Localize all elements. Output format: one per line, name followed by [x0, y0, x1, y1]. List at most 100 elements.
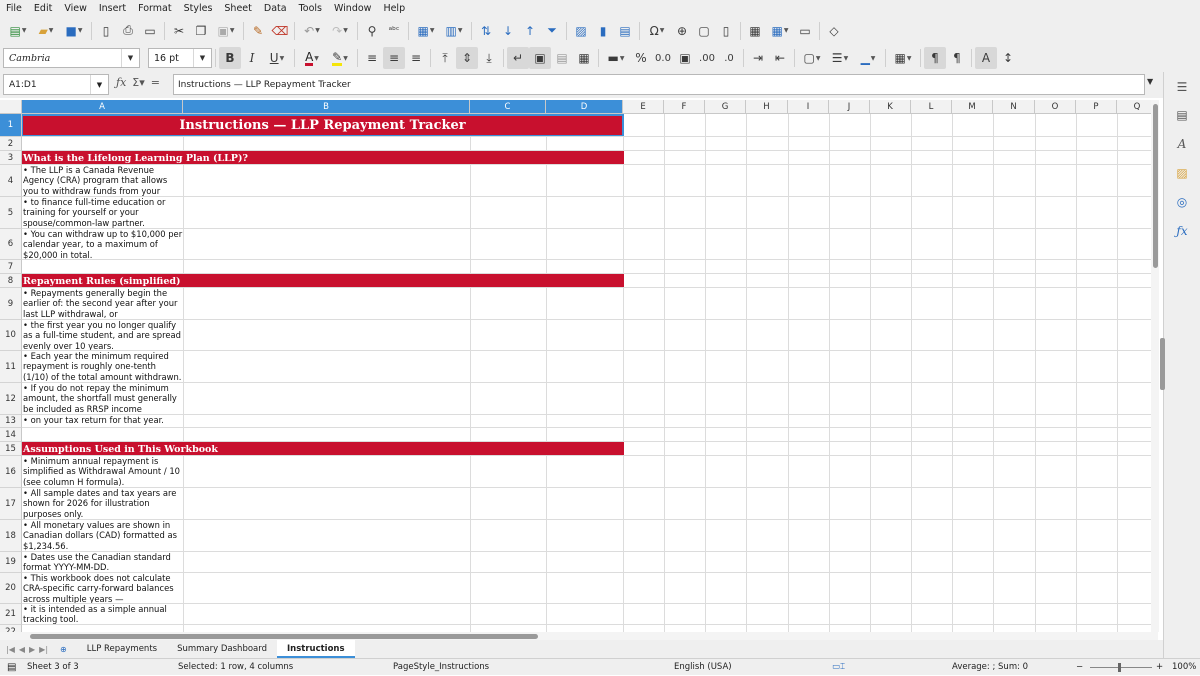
cell-a16[interactable]: • Minimum annual repayment is simplified…	[22, 456, 183, 487]
previous-sheet-icon[interactable]: ◀	[17, 645, 27, 654]
row-header-13[interactable]: 13	[0, 415, 22, 428]
add-decimal-button[interactable]: .00	[696, 47, 718, 69]
right-to-left-button[interactable]: ¶	[946, 47, 968, 69]
row-header-9[interactable]: 9	[0, 288, 22, 320]
cut-button[interactable]: ✂	[168, 20, 190, 42]
row-header-5[interactable]: 5	[0, 197, 22, 229]
conditional-format-button[interactable]: ▦ ▼	[889, 47, 917, 69]
row-header-3[interactable]: 3	[0, 151, 22, 165]
zoom-slider[interactable]	[1090, 667, 1152, 668]
function-wizard-icon[interactable]: ƒx	[116, 76, 126, 89]
column-header-e[interactable]: E	[623, 100, 664, 114]
row-header-22[interactable]: 22	[0, 625, 22, 632]
left-to-right-button[interactable]: ¶	[924, 47, 946, 69]
menu-tools[interactable]: Tools	[293, 0, 328, 17]
align-left-button[interactable]: ≡	[361, 47, 383, 69]
increase-indent-button[interactable]: ⇥	[747, 47, 769, 69]
row-header-16[interactable]: 16	[0, 456, 22, 488]
horizontal-scrollbar-thumb[interactable]	[30, 634, 538, 639]
align-bottom-button[interactable]: ⤓	[478, 47, 500, 69]
selection-mode-icon[interactable]: ▭⌶	[832, 659, 845, 676]
tab-summary-dashboard[interactable]: Summary Dashboard	[167, 640, 277, 658]
cell-a10[interactable]: • the first year you no longer qualify a…	[22, 320, 183, 351]
column-header-p[interactable]: P	[1076, 100, 1117, 114]
sort-button[interactable]: ⇅	[475, 20, 497, 42]
hamburger-menu-icon[interactable]: ☰	[1173, 78, 1191, 96]
row-header-17[interactable]: 17	[0, 488, 22, 520]
sort-ascending-button[interactable]: ↓	[497, 20, 519, 42]
row-header-8[interactable]: 8	[0, 274, 22, 288]
section-header-assumptions[interactable]: Assumptions Used in This Workbook	[22, 442, 624, 456]
row-header-10[interactable]: 10	[0, 320, 22, 351]
row-header-2[interactable]: 2	[0, 137, 22, 151]
menu-help[interactable]: Help	[377, 0, 411, 17]
column-header-d[interactable]: D	[546, 100, 623, 114]
cell-a20[interactable]: • This workbook does not calculate CRA-s…	[22, 573, 183, 604]
column-header-c[interactable]: C	[470, 100, 546, 114]
menu-file[interactable]: File	[0, 0, 28, 17]
menu-data[interactable]: Data	[258, 0, 293, 17]
borders-button[interactable]: ▢ ▼	[798, 47, 826, 69]
percent-format-button[interactable]: %	[630, 47, 652, 69]
column-header-o[interactable]: O	[1035, 100, 1076, 114]
add-sheet-icon[interactable]: ⊕	[50, 645, 77, 654]
sum-icon[interactable]: Σ▾	[132, 76, 144, 89]
italic-button[interactable]: I	[241, 47, 263, 69]
sidebar-resize-handle[interactable]	[1160, 338, 1165, 390]
cell-a21[interactable]: • it is intended as a simple annual trac…	[22, 604, 183, 625]
paste-button[interactable]: ▣ ▼	[212, 20, 240, 42]
special-character-button[interactable]: Ω ▼	[643, 20, 671, 42]
comment-button[interactable]: ▢	[693, 20, 715, 42]
gallery-icon[interactable]: ▨	[1173, 164, 1191, 182]
row-header-12[interactable]: 12	[0, 383, 22, 415]
column-header-a[interactable]: A	[22, 100, 183, 114]
menu-window[interactable]: Window	[328, 0, 377, 17]
text-orientation-horizontal-button[interactable]: A	[975, 47, 997, 69]
freeze-rows-columns-button[interactable]: ▦ ▼	[766, 20, 794, 42]
column-button[interactable]: ▥ ▼	[440, 20, 468, 42]
row-header-4[interactable]: 4	[0, 165, 22, 197]
navigator-icon[interactable]: ◎	[1173, 193, 1191, 211]
border-style-button[interactable]: ☰ ▼	[826, 47, 854, 69]
zoom-level[interactable]: 100%	[1172, 659, 1196, 676]
menu-styles[interactable]: Styles	[178, 0, 219, 17]
font-color-button[interactable]: A ▼	[298, 47, 326, 69]
chevron-down-icon[interactable]: ▼	[121, 49, 139, 67]
formula-input[interactable]: Instructions — LLP Repayment Tracker	[173, 74, 1145, 95]
tab-instructions[interactable]: Instructions	[277, 640, 355, 658]
border-color-button[interactable]: ▁ ▼	[854, 47, 882, 69]
pivot-table-button[interactable]: ▤	[614, 20, 636, 42]
column-header-i[interactable]: I	[788, 100, 829, 114]
row-button[interactable]: ▦ ▼	[412, 20, 440, 42]
column-header-l[interactable]: L	[911, 100, 952, 114]
column-header-k[interactable]: K	[870, 100, 911, 114]
show-draw-functions-button[interactable]: ◇	[823, 20, 845, 42]
next-sheet-icon[interactable]: ▶	[27, 645, 37, 654]
cell-a13[interactable]: • on your tax return for that year.	[22, 415, 183, 427]
align-right-button[interactable]: ≡	[405, 47, 427, 69]
properties-icon[interactable]: ▤	[1173, 106, 1191, 124]
undo-button[interactable]: ↶ ▼	[298, 20, 326, 42]
row-header-15[interactable]: 15	[0, 442, 22, 456]
spreadsheet-grid[interactable]: ABCDEFGHIJKLMNOPQ Instructions — LLP Rep…	[0, 100, 1158, 632]
hyperlink-button[interactable]: ⊕	[671, 20, 693, 42]
tab-llp-repayments[interactable]: LLP Repayments	[77, 640, 167, 658]
header-footer-button[interactable]: ▯	[715, 20, 737, 42]
equals-icon[interactable]: =	[151, 76, 160, 89]
merge-cells-button[interactable]: ▤	[551, 47, 573, 69]
row-header-19[interactable]: 19	[0, 552, 22, 573]
cell-a18[interactable]: • All monetary values are shown in Canad…	[22, 520, 183, 551]
last-sheet-icon[interactable]: ▶|	[37, 645, 50, 654]
export-pdf-button[interactable]: ▯	[95, 20, 117, 42]
save-button[interactable]: ■ ▼	[60, 20, 88, 42]
first-sheet-icon[interactable]: |◀	[0, 645, 17, 654]
decrease-indent-button[interactable]: ⇤	[769, 47, 791, 69]
section-header-repayment[interactable]: Repayment Rules (simplified)	[22, 274, 624, 288]
font-name-box[interactable]: Cambria ▼	[3, 48, 140, 68]
menu-sheet[interactable]: Sheet	[218, 0, 257, 17]
column-header-n[interactable]: N	[993, 100, 1035, 114]
select-all-corner[interactable]	[0, 100, 22, 114]
insert-chart-button[interactable]: ▮	[592, 20, 614, 42]
text-orientation-vertical-button[interactable]: ↕	[997, 47, 1019, 69]
new-document-button[interactable]: ▤ ▼	[4, 20, 32, 42]
